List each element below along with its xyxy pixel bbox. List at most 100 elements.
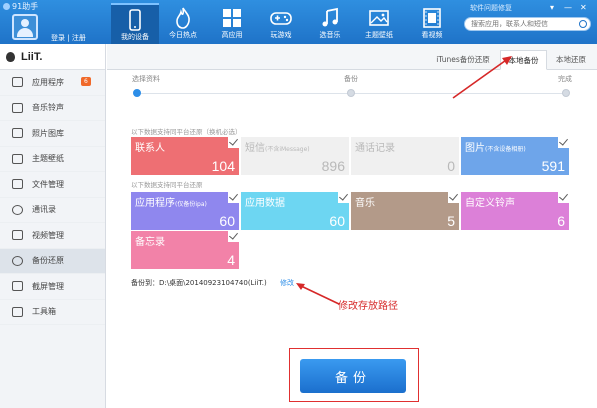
- nav-label: 选音乐: [319, 31, 341, 39]
- sidebar-item-label: 文件管理: [32, 179, 64, 189]
- check-icon[interactable]: [338, 192, 349, 203]
- nav-my-device[interactable]: 我的设备: [111, 3, 159, 44]
- sidebar-item-label: 视频管理: [32, 230, 64, 240]
- search-box: [464, 17, 591, 31]
- check-icon[interactable]: [558, 192, 569, 203]
- tile-app-data[interactable]: 应用数据 60: [241, 192, 349, 230]
- picture-icon: [369, 10, 389, 26]
- tile-ringtones[interactable]: 自定义铃声 6: [461, 192, 569, 230]
- sidebar-item-apps[interactable]: 应用程序 6: [0, 70, 105, 96]
- top-header: 91助手 登录 | 注册 我的设备 今日热点 高应用 玩游戏 选音乐 主题壁纸 …: [0, 0, 597, 44]
- sidebar-item-files[interactable]: 文件管理: [0, 172, 105, 198]
- check-icon[interactable]: [558, 137, 569, 148]
- phone-icon: [129, 9, 141, 31]
- tile-name: 应用数据: [245, 198, 285, 209]
- register-link[interactable]: 注册: [72, 34, 86, 42]
- check-icon[interactable]: [228, 137, 239, 148]
- sidebar-item-backup[interactable]: 备份还原: [0, 248, 105, 274]
- apple-icon: [6, 51, 15, 62]
- nav-label: 玩游戏: [270, 31, 292, 39]
- tile-call-log[interactable]: 通话记录 0: [351, 137, 459, 175]
- tile-name: 短信(不含iMessage): [245, 143, 310, 154]
- music-note-icon: [322, 7, 338, 27]
- tile-name: 图片(不含设备相册): [465, 143, 526, 154]
- menu-dropdown-icon[interactable]: ▾: [550, 3, 554, 12]
- sidebar-item-label: 通讯录: [32, 205, 56, 215]
- search-icon[interactable]: [579, 20, 587, 28]
- sidebar-item-music[interactable]: 音乐铃声: [0, 96, 105, 121]
- nav-apps[interactable]: 高应用: [208, 3, 256, 44]
- tile-count: 104: [211, 158, 235, 174]
- toolbox-icon: [12, 306, 23, 317]
- sidebar: LiiT. 应用程序 6 音乐铃声 照片图库 主题壁纸 文件管理 通讯录 视频管…: [0, 44, 106, 408]
- nav-music[interactable]: 选音乐: [306, 3, 354, 44]
- tile-count: 0: [447, 158, 455, 174]
- sidebar-item-photos[interactable]: 照片图库: [0, 121, 105, 147]
- tile-count: 60: [219, 213, 235, 229]
- tile-apps[interactable]: 应用程序(仅备份ipa) 60: [131, 192, 239, 230]
- user-avatar[interactable]: [12, 14, 38, 40]
- gamepad-icon: [270, 12, 292, 25]
- notice-text[interactable]: 软件问题修复: [470, 3, 512, 13]
- sidebar-item-label: 截屏管理: [32, 281, 64, 291]
- sidebar-item-label: 音乐铃声: [32, 103, 64, 113]
- tab-local-restore[interactable]: 本地还原: [547, 50, 595, 70]
- sidebar-item-video[interactable]: 视频管理: [0, 223, 105, 249]
- nav-wallpaper[interactable]: 主题壁纸: [355, 3, 403, 44]
- flame-icon: [176, 7, 190, 29]
- tile-name: 通话记录: [355, 143, 395, 154]
- device-name: LiiT.: [21, 50, 43, 63]
- tile-music[interactable]: 音乐 5: [351, 192, 459, 230]
- sidebar-item-screenshots[interactable]: 截屏管理: [0, 274, 105, 300]
- update-badge: 6: [81, 77, 91, 86]
- nav-label: 主题壁纸: [365, 31, 393, 39]
- photo-icon: [12, 128, 23, 139]
- backup-icon: [12, 255, 23, 266]
- edit-path-link[interactable]: 修改: [280, 278, 294, 288]
- tile-photos[interactable]: 图片(不含设备相册) 591: [461, 137, 569, 175]
- tile-count: 5: [447, 213, 455, 229]
- nav-label: 看视频: [421, 31, 443, 39]
- step-label-done: 完成: [558, 75, 572, 83]
- nav-video[interactable]: 看视频: [408, 3, 456, 44]
- sidebar-item-toolbox[interactable]: 工具箱: [0, 300, 105, 325]
- backup-path-label: 备份到：: [131, 279, 159, 287]
- tile-sms[interactable]: 短信(不含iMessage) 896: [241, 137, 349, 175]
- annotation-arrow-icon: [296, 283, 340, 305]
- backup-button[interactable]: 备份: [300, 359, 406, 393]
- film-icon: [423, 8, 441, 28]
- tile-count: 60: [329, 213, 345, 229]
- sidebar-item-label: 照片图库: [32, 128, 64, 138]
- nav-hot-today[interactable]: 今日热点: [159, 3, 207, 44]
- tile-count: 591: [541, 158, 565, 174]
- tile-name: 备忘录: [135, 237, 165, 248]
- check-icon[interactable]: [228, 231, 239, 242]
- sidebar-item-label: 应用程序: [32, 77, 64, 87]
- nav-label: 今日热点: [169, 31, 197, 39]
- step-dot-done: [562, 89, 570, 97]
- search-input[interactable]: [465, 18, 575, 30]
- nav-games[interactable]: 玩游戏: [257, 3, 305, 44]
- step-dot-select: [133, 89, 141, 97]
- tile-contacts[interactable]: 联系人 104: [131, 137, 239, 175]
- tile-name: 音乐: [355, 198, 375, 209]
- login-link[interactable]: 登录: [51, 34, 65, 42]
- minimize-button[interactable]: —: [564, 3, 572, 12]
- music-icon: [12, 102, 23, 113]
- device-header[interactable]: LiiT.: [0, 44, 105, 70]
- tile-notes[interactable]: 备忘录 4: [131, 231, 239, 269]
- wallpaper-icon: [12, 153, 23, 164]
- section-hint-same-platform: 以下数据支持同平台还原: [131, 181, 203, 189]
- tile-count: 896: [321, 158, 345, 174]
- nav-label: 高应用: [221, 31, 243, 39]
- screenshot-icon: [12, 281, 23, 292]
- close-button[interactable]: ✕: [580, 3, 587, 12]
- folder-icon: [12, 179, 23, 190]
- sidebar-item-contacts[interactable]: 通讯录: [0, 198, 105, 223]
- check-icon[interactable]: [448, 192, 459, 203]
- check-icon[interactable]: [228, 192, 239, 203]
- app-title: 91助手: [3, 1, 38, 12]
- annotation-text: 修改存放路径: [338, 301, 398, 312]
- sidebar-item-wallpaper[interactable]: 主题壁纸: [0, 147, 105, 172]
- step-dot-backup: [347, 89, 355, 97]
